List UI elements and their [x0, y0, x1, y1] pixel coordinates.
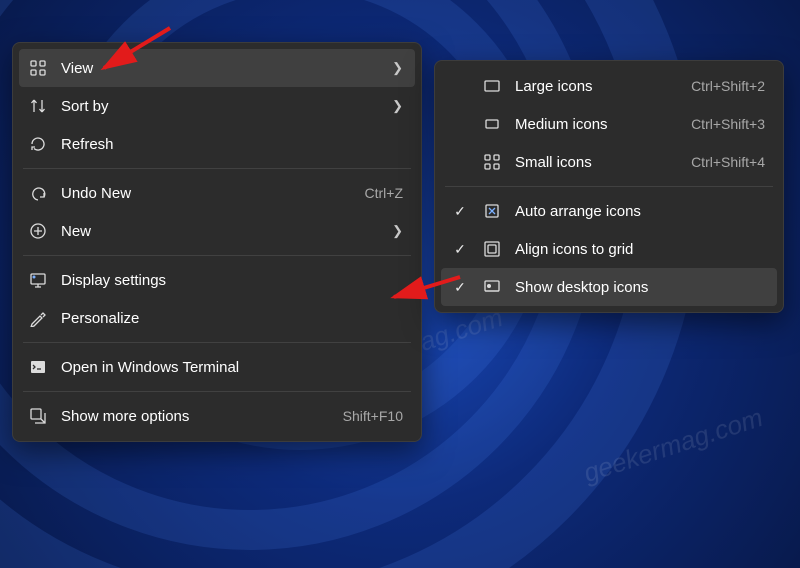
- chevron-right-icon: ❯: [392, 60, 403, 76]
- menu-label: Refresh: [61, 136, 403, 153]
- desktop-wallpaper: geekermag.comgeekermag.comgeekermag.com …: [0, 0, 800, 568]
- expand-icon: [29, 407, 47, 425]
- menu-label: Open in Windows Terminal: [61, 359, 403, 376]
- menu-item-refresh[interactable]: Refresh: [19, 125, 415, 163]
- submenu-item-small[interactable]: Small icons Ctrl+Shift+4: [441, 143, 777, 181]
- rect-lg-icon: [483, 77, 501, 95]
- desktop-icon: [483, 278, 501, 296]
- sort-icon: [29, 97, 47, 115]
- menu-shortcut: Ctrl+Z: [341, 185, 404, 201]
- chevron-right-icon: ❯: [392, 223, 403, 239]
- submenu-shortcut: Ctrl+Shift+4: [667, 154, 765, 170]
- menu-label: Undo New: [61, 185, 327, 202]
- submenu-item-align[interactable]: ✓ Align icons to grid: [441, 230, 777, 268]
- display-icon: [29, 271, 47, 289]
- refresh-icon: [29, 135, 47, 153]
- menu-label: Display settings: [61, 272, 403, 289]
- grid-icon: [483, 153, 501, 171]
- plus-icon: [29, 222, 47, 240]
- check-icon: ✓: [451, 203, 469, 220]
- menu-item-more[interactable]: Show more options Shift+F10: [19, 397, 415, 435]
- submenu-shortcut: Ctrl+Shift+3: [667, 116, 765, 132]
- undo-icon: [29, 184, 47, 202]
- submenu-label: Medium icons: [515, 116, 653, 133]
- submenu-label: Show desktop icons: [515, 279, 765, 296]
- menu-item-display[interactable]: Display settings: [19, 261, 415, 299]
- auto-icon: [483, 202, 501, 220]
- rect-md-icon: [483, 115, 501, 133]
- submenu-item-show[interactable]: ✓ Show desktop icons: [441, 268, 777, 306]
- menu-shortcut: Shift+F10: [319, 408, 403, 424]
- menu-label: Sort by: [61, 98, 378, 115]
- submenu-label: Align icons to grid: [515, 241, 765, 258]
- submenu-item-auto[interactable]: ✓ Auto arrange icons: [441, 192, 777, 230]
- brush-icon: [29, 309, 47, 327]
- menu-label: New: [61, 223, 378, 240]
- check-icon: ✓: [451, 241, 469, 258]
- submenu-item-large[interactable]: Large icons Ctrl+Shift+2: [441, 67, 777, 105]
- menu-item-new[interactable]: New ❯: [19, 212, 415, 250]
- view-submenu: Large icons Ctrl+Shift+2 Medium icons Ctrl+…: [434, 60, 784, 313]
- menu-item-undo[interactable]: Undo New Ctrl+Z: [19, 174, 415, 212]
- chevron-right-icon: ❯: [392, 98, 403, 114]
- submenu-item-medium[interactable]: Medium icons Ctrl+Shift+3: [441, 105, 777, 143]
- submenu-label: Small icons: [515, 154, 653, 171]
- menu-label: Personalize: [61, 310, 403, 327]
- check-icon: ✓: [451, 279, 469, 296]
- terminal-icon: [29, 358, 47, 376]
- submenu-shortcut: Ctrl+Shift+2: [667, 78, 765, 94]
- submenu-label: Large icons: [515, 78, 653, 95]
- submenu-label: Auto arrange icons: [515, 203, 765, 220]
- menu-item-sort[interactable]: Sort by ❯: [19, 87, 415, 125]
- menu-label: Show more options: [61, 408, 305, 425]
- menu-item-person[interactable]: Personalize: [19, 299, 415, 337]
- menu-label: View: [61, 60, 378, 77]
- align-icon: [483, 240, 501, 258]
- menu-item-terminal[interactable]: Open in Windows Terminal: [19, 348, 415, 386]
- grid-icon: [29, 59, 47, 77]
- menu-item-view[interactable]: View ❯: [19, 49, 415, 87]
- desktop-context-menu: View ❯ Sort by ❯ Refresh Undo New Ctrl+Z New ❯ Di…: [12, 42, 422, 442]
